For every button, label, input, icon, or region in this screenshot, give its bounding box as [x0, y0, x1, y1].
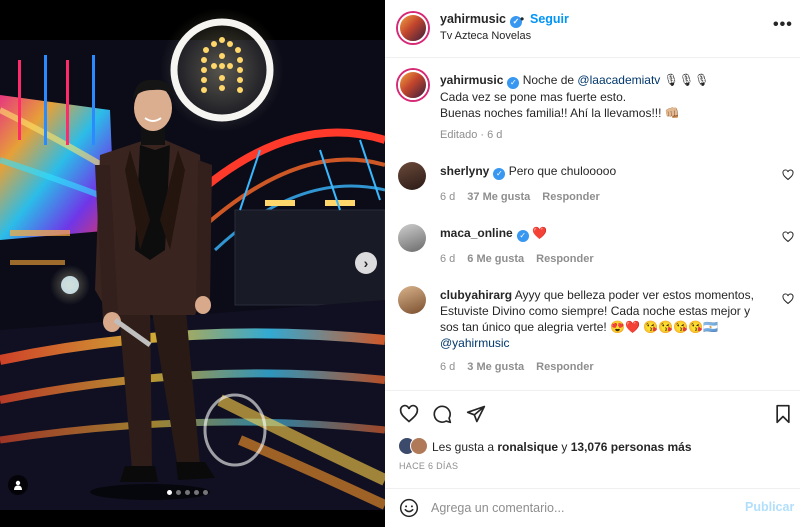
- caption-meta: Editado · 6 d: [440, 129, 503, 141]
- likes-summary: Les gusta a ronalsique y 13,076 personas…: [432, 440, 692, 454]
- caption-prefix: Noche de: [522, 73, 578, 87]
- tagged-users-button[interactable]: [8, 475, 28, 495]
- save-bookmark-icon[interactable]: [774, 404, 792, 424]
- more-options-icon[interactable]: •••: [773, 16, 793, 34]
- post-location[interactable]: Tv Azteca Novelas: [440, 30, 531, 42]
- post-header: yahirmusic ✓ • Seguir Tv Azteca Novelas •…: [385, 0, 800, 58]
- comment-mention-link[interactable]: @yahirmusic: [440, 336, 510, 350]
- comment-avatar[interactable]: [398, 286, 426, 314]
- comment-meta: 6 d 37 Me gusta Responder: [440, 191, 600, 203]
- post-actions: Les gusta a ronalsique y 13,076 personas…: [385, 390, 800, 477]
- comment-bubble-icon[interactable]: [432, 404, 452, 424]
- person-icon: [14, 480, 22, 490]
- reply-button[interactable]: Responder: [536, 361, 593, 373]
- liker-avatar[interactable]: [410, 437, 428, 455]
- comment-meta: 6 d 6 Me gusta Responder: [440, 253, 594, 265]
- likes-user-link[interactable]: ronalsique: [497, 440, 558, 454]
- author-avatar[interactable]: [398, 13, 428, 43]
- verified-badge-icon: ✓: [493, 168, 506, 180]
- verified-badge-icon: ✓: [516, 230, 529, 242]
- comment-username[interactable]: maca_online: [440, 226, 513, 240]
- comment-body: Pero que chulooooo: [508, 164, 617, 178]
- comment-meta: 6 d 3 Me gusta Responder: [440, 361, 594, 373]
- comment-avatar[interactable]: [398, 224, 426, 252]
- carousel-dot: [185, 490, 190, 495]
- chevron-right-icon: ›: [363, 255, 369, 271]
- likes-others-link[interactable]: 13,076 personas más: [571, 440, 692, 454]
- comment-likes[interactable]: 6 Me gusta: [467, 253, 524, 265]
- like-heart-icon[interactable]: [399, 404, 419, 424]
- publish-button[interactable]: Publicar: [745, 500, 794, 514]
- stage-photo-illustration: [0, 0, 385, 510]
- caption-avatar[interactable]: [398, 70, 428, 100]
- reply-button[interactable]: Responder: [536, 253, 593, 265]
- media-bottom-bar: [0, 510, 385, 527]
- comment-time[interactable]: 6 d: [440, 361, 455, 373]
- carousel-dots: [167, 490, 208, 495]
- comment-username[interactable]: sherlyny: [440, 164, 489, 178]
- comment-time[interactable]: 6 d: [440, 253, 455, 265]
- carousel-dot: [194, 490, 199, 495]
- comment-text: sherlyny ✓ Pero que chulooooo: [440, 163, 770, 180]
- verified-badge-icon: ✓: [507, 77, 520, 89]
- comments-list: yahirmusic ✓ Noche de @laacademiatv 🎙🎙🎙 C…: [385, 59, 800, 389]
- comment-likes[interactable]: 3 Me gusta: [467, 361, 524, 373]
- post-photo[interactable]: [0, 0, 385, 510]
- comment-username[interactable]: clubyahirarg: [440, 288, 512, 302]
- next-arrow-button[interactable]: ›: [355, 252, 377, 274]
- likes-prefix: Les gusta a: [432, 440, 498, 454]
- comment-likes[interactable]: 37 Me gusta: [467, 191, 530, 203]
- comment-input[interactable]: [431, 498, 731, 518]
- follow-button[interactable]: Seguir: [530, 12, 569, 26]
- post-media: ›: [0, 0, 385, 527]
- carousel-dot: [167, 490, 172, 495]
- comment-body: ❤️: [532, 226, 547, 240]
- comment-text: clubyahirarg Ayyy que belleza poder ver …: [440, 287, 770, 351]
- caption-line-2: Cada vez se pone mas fuerte esto.: [440, 90, 627, 104]
- add-comment-bar: Publicar: [385, 488, 800, 527]
- author-username[interactable]: yahirmusic ✓: [440, 12, 523, 28]
- caption-mention-link[interactable]: @laacademiatv: [577, 73, 660, 87]
- caption-emojis: 🎙🎙🎙: [663, 73, 710, 87]
- likes-middle: y: [558, 440, 571, 454]
- separator-dot: •: [520, 12, 525, 26]
- post-side-panel: yahirmusic ✓ • Seguir Tv Azteca Novelas •…: [385, 0, 800, 527]
- emoji-icon[interactable]: [399, 498, 419, 518]
- instagram-post: › yahirmusic ✓ • Seguir Tv Azteca Novelas: [0, 0, 800, 527]
- comment-time[interactable]: 6 d: [440, 191, 455, 203]
- caption-username[interactable]: yahirmusic: [440, 73, 503, 87]
- carousel-dot: [176, 490, 181, 495]
- comment-text: maca_online ✓ ❤️: [440, 225, 770, 242]
- carousel-dot: [203, 490, 208, 495]
- share-paper-plane-icon[interactable]: [466, 404, 486, 424]
- caption-text: yahirmusic ✓ Noche de @laacademiatv 🎙🎙🎙 C…: [440, 72, 770, 121]
- comment-like-heart-icon[interactable]: [782, 231, 794, 243]
- comment-like-heart-icon[interactable]: [782, 293, 794, 305]
- post-timestamp[interactable]: HACE 6 DÍAS: [399, 461, 458, 471]
- reply-button[interactable]: Responder: [542, 191, 599, 203]
- caption-line-3: Buenas noches familia!! Ahí la llevamos!…: [440, 106, 680, 120]
- author-username-text[interactable]: yahirmusic: [440, 12, 506, 26]
- comment-like-heart-icon[interactable]: [782, 169, 794, 181]
- comment-avatar[interactable]: [398, 162, 426, 190]
